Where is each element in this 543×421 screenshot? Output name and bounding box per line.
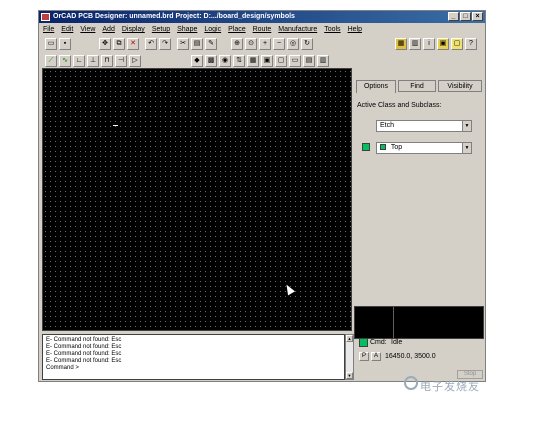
zoom-fit-icon[interactable]: ⊙ [245,38,257,50]
menu-help[interactable]: Help [348,24,362,35]
dimension-icon[interactable]: ▣ [261,55,273,67]
save-icon[interactable]: ▪ [59,38,71,50]
route-connect-icon[interactable]: ⟋ [45,55,57,67]
zoom-points-icon[interactable]: ⊕ [231,38,243,50]
menu-shape[interactable]: Shape [177,24,197,35]
menu-edit[interactable]: Edit [61,24,73,35]
delay-tune-icon[interactable]: ⊓ [101,55,113,67]
status-area: Cmd: Idle P A 16450.0, 3500.0 Stop [357,334,485,380]
subclass-color-swatch[interactable] [362,143,370,151]
app-icon [41,13,50,21]
console-line: E- Command not found: Esc [46,344,122,350]
menu-bar: File Edit View Add Display Setup Shape L… [41,24,362,35]
zoom-in-icon[interactable]: + [259,38,271,50]
quick-place-icon[interactable]: ◉ [219,55,231,67]
grid-icon[interactable]: ▤ [303,55,315,67]
report-icon[interactable]: ▣ [437,38,449,50]
subclass-value: Top [390,144,403,151]
menu-logic[interactable]: Logic [204,24,221,35]
console-line: E- Command not found: Esc [46,358,122,364]
undo-icon[interactable]: ↶ [145,38,157,50]
slide-icon[interactable]: ∿ [59,55,71,67]
notes-icon[interactable]: ▢ [451,38,463,50]
toolbar-bottom: ⟋ ∿ ∟ ⊥ ⊓ ⊣ ▷ ◆ ▩ ◉ ⇅ ▦ ▣ ▢ ▭ ▤ ▥ [41,54,485,69]
scroll-up-icon[interactable]: ▲ [346,335,353,342]
active-class-label: Active Class and Subclass: [357,102,442,109]
menu-file[interactable]: File [43,24,54,35]
command-console[interactable]: E- Command not found: Esc E- Command not… [42,334,345,380]
chevron-down-icon: ▼ [462,143,471,153]
command-prompt[interactable]: Command > [46,365,341,372]
panel-tabs: Options Find Visibility [354,80,485,93]
paste-icon[interactable]: ▤ [191,38,203,50]
watermark-logo-icon [404,376,418,390]
play-icon[interactable]: ▷ [129,55,141,67]
tab-find[interactable]: Find [398,80,436,92]
console-line: E- Command not found: Esc [46,337,122,343]
title-bar: OrCAD PCB Designer: unnamed.brd Project:… [39,11,485,23]
watermark-text: 电子发烧友 [420,381,480,393]
move-icon[interactable]: ✥ [99,38,111,50]
subclass-color-icon [380,144,386,151]
help-icon[interactable]: ? [465,38,477,50]
menu-view[interactable]: View [80,24,95,35]
design-canvas[interactable] [42,68,352,331]
menu-add[interactable]: Add [102,24,114,35]
cmd-label: Cmd: [370,339,387,346]
canvas-marker [113,125,118,126]
add-line-icon[interactable]: ∟ [73,55,85,67]
menu-route[interactable]: Route [253,24,272,35]
add-connect-icon[interactable]: ⊥ [87,55,99,67]
mouse-cursor-icon [283,282,295,296]
open-icon[interactable]: ▭ [45,38,57,50]
toolbar-top: ▭ ▪ ✥ ⧉ ✕ ↶ ↷ ✂ ▤ ✎ ⊕ ⊙ + − ◎ ↻ ▦ ▥ i ▣ … [41,37,485,52]
rectangle-icon[interactable]: ▢ [275,55,287,67]
tab-visibility[interactable]: Visibility [438,80,482,92]
menu-display[interactable]: Display [122,24,145,35]
close-button[interactable]: × [472,12,483,21]
drc-icon[interactable]: ▦ [247,55,259,67]
cut-icon[interactable]: ✂ [177,38,189,50]
window-title: OrCAD PCB Designer: unnamed.brd Project:… [53,13,295,20]
class-value: Etch [380,122,395,129]
control-panel: Options Find Visibility Active Class and… [354,68,485,339]
menu-tools[interactable]: Tools [324,24,340,35]
coordinates-readout: 16450.0, 3500.0 [385,353,436,360]
copy-icon[interactable]: ⧉ [113,38,125,50]
menu-setup[interactable]: Setup [152,24,170,35]
redo-icon[interactable]: ↷ [159,38,171,50]
custom-smooth-icon[interactable]: ⊣ [115,55,127,67]
redraw-icon[interactable]: ↻ [301,38,313,50]
artwork-icon[interactable]: ▥ [317,55,329,67]
menu-place[interactable]: Place [228,24,246,35]
scroll-down-icon[interactable]: ▼ [346,372,353,379]
console-scrollbar[interactable]: ▲ ▼ [345,334,354,380]
tab-options[interactable]: Options [356,80,396,93]
maximize-button[interactable]: □ [460,12,471,21]
cmd-state: Idle [391,339,403,346]
chevron-down-icon: ▼ [462,121,471,131]
pin-icon[interactable]: ✎ [205,38,217,50]
zoom-previous-icon[interactable]: ◎ [287,38,299,50]
delete-icon[interactable]: ✕ [127,38,139,50]
swap-icon[interactable]: ⇅ [233,55,245,67]
console-line: E- Command not found: Esc [46,351,122,357]
menu-manufacture[interactable]: Manufacture [278,24,317,35]
p-button[interactable]: P [359,352,369,361]
app-window: OrCAD PCB Designer: unnamed.brd Project:… [38,10,486,382]
place-manual-icon[interactable]: ▩ [205,55,217,67]
text-icon[interactable]: ▭ [289,55,301,67]
subclass-dropdown[interactable]: Top ▼ [376,142,472,154]
layers-icon[interactable]: ▥ [409,38,421,50]
cmd-status-indicator [359,338,368,347]
a-button[interactable]: A [371,352,381,361]
class-dropdown[interactable]: Etch ▼ [376,120,472,132]
minimize-button[interactable]: _ [448,12,459,21]
color-icon[interactable]: ▦ [395,38,407,50]
zoom-out-icon[interactable]: − [273,38,285,50]
shape-fill-icon[interactable]: ◆ [191,55,203,67]
info-icon[interactable]: i [423,38,435,50]
